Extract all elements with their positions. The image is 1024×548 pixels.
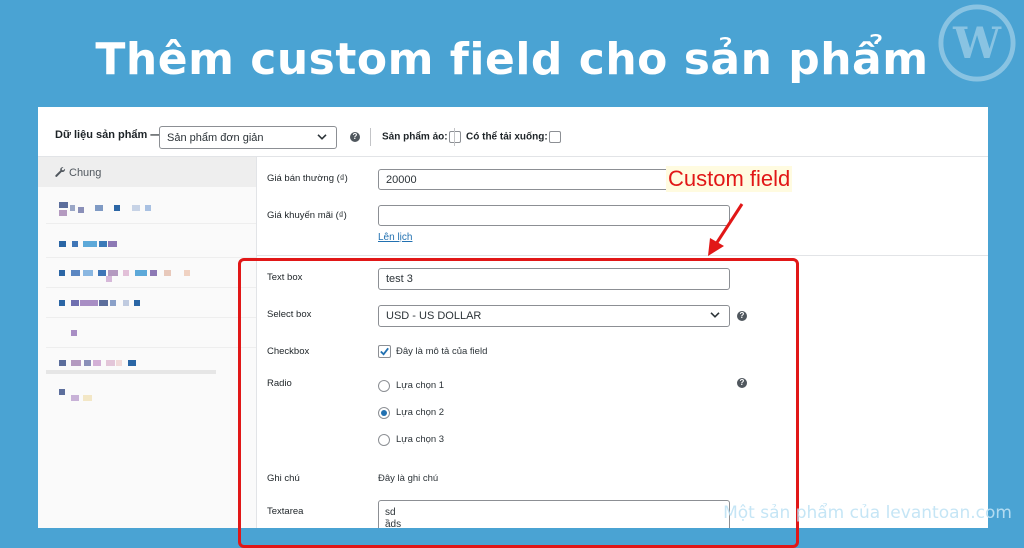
watermark: Một sản phẩm của levantoan.com [723,503,1012,523]
divider [370,128,371,146]
chevron-down-icon [317,133,327,140]
downloadable-label: Có thể tải xuống: [466,131,548,143]
product-data-header: Dữ liệu sản phẩm — Sản phẩm đơn giản ? S… [38,107,988,157]
sale-price-label: Giá khuyến mãi (₫) [267,210,347,221]
tab-general[interactable]: Chung [38,157,256,187]
tab-active-indicator [46,370,216,374]
divider [257,255,988,256]
product-data-label: Dữ liệu sản phẩm — [55,129,162,141]
schedule-link[interactable]: Lên lịch [378,232,412,243]
svg-text:W: W [952,19,1002,69]
wrench-icon [55,167,66,177]
tab-general-label: Chung [69,167,102,179]
regular-price-value: 20000 [386,173,417,186]
help-icon[interactable]: ? [350,132,360,142]
divider [454,128,455,146]
downloadable-checkbox[interactable] [548,131,561,143]
product-data-tabs: Chung [38,157,257,528]
virtual-option: Sản phẩm ảo: [382,131,461,143]
downloadable-option: Có thể tải xuống: [466,131,561,143]
product-type-select[interactable]: Sản phẩm đơn giản [159,126,337,149]
product-type-value: Sản phẩm đơn giản [167,131,264,144]
wordpress-logo-icon: W [938,4,1016,82]
annotation-arrow-icon [708,203,744,256]
sale-price-input[interactable] [378,205,730,226]
headline: Thêm custom field cho sản phẩm [95,34,929,85]
custom-field-annotation: Custom field [666,166,793,192]
custom-field-highlight-box [238,258,799,548]
regular-price-label: Giá bán thường (₫) [267,173,348,184]
virtual-label: Sản phẩm ảo: [382,131,448,143]
